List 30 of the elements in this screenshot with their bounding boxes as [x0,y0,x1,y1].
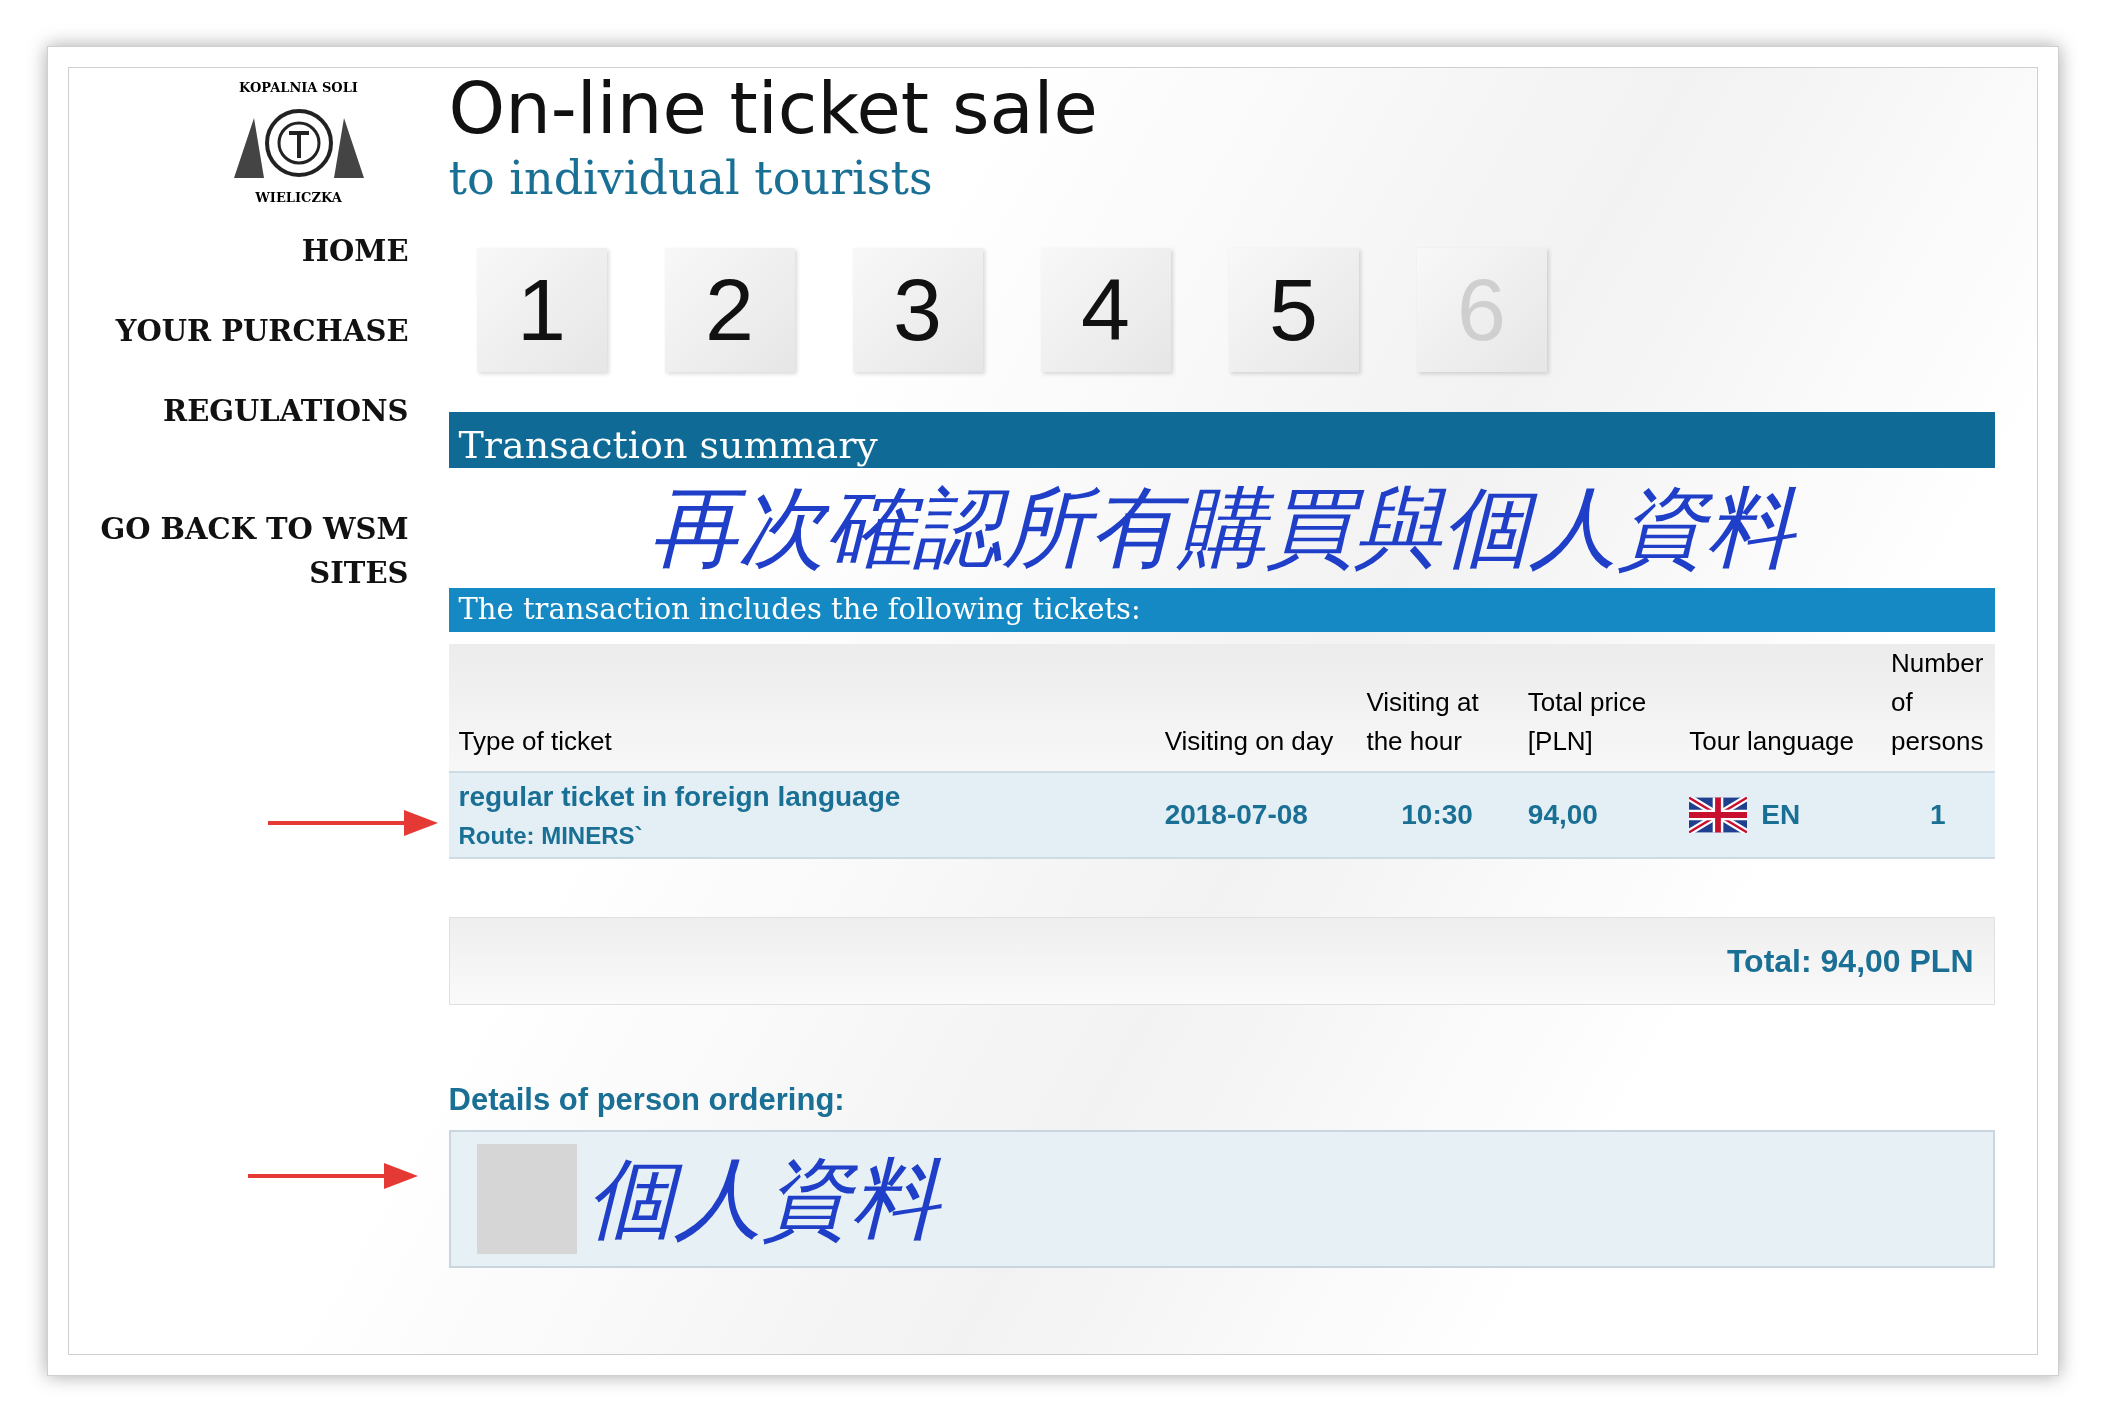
column-header: Number of persons [1880,644,1995,772]
page-title: On-line ticket sale [448,68,1099,148]
table-cell: 1 [1880,772,1995,858]
section-header: The transaction includes the following tickets: [448,588,1995,632]
column-header: Visiting at the hour [1356,644,1518,772]
logo-bottom-text: WIELICZKA [255,188,342,207]
nav-link[interactable]: HOME [301,229,409,273]
step-number[interactable]: 3 [852,248,983,372]
column-header: Tour language [1679,644,1881,772]
table-cell: 94,00 [1517,772,1680,858]
nav-link[interactable]: REGULATIONS [163,389,409,433]
logo-top-text: KOPALNIA SOLI [239,79,358,97]
ticket-name: regular ticket in foreign language [458,780,902,814]
step-number[interactable]: 4 [1040,248,1171,372]
table-cell: 10:30 [1356,772,1518,858]
table-cell: 2018-07-08 [1154,772,1357,858]
step-number[interactable]: 5 [1228,248,1359,372]
nav-link[interactable]: GO BACK TO WSM SITES [88,507,409,595]
step-number[interactable]: 1 [476,248,607,372]
details-heading: Details of person ordering: [448,1081,846,1119]
column-header: Total price [PLN] [1517,644,1680,772]
ticket-route: Route: MINERS` [458,821,644,851]
step-number[interactable]: 2 [664,248,795,372]
page-subtitle: to individual tourists [448,150,934,206]
language-code: EN [1761,798,1801,832]
column-header: Visiting on day [1154,644,1357,772]
total-amount: Total: 94,00 PLN [1726,942,1974,981]
flag-icon [1689,797,1748,833]
column-header: Type of ticket [448,644,1155,772]
nav-link[interactable]: YOUR PURCHASE [115,309,409,353]
